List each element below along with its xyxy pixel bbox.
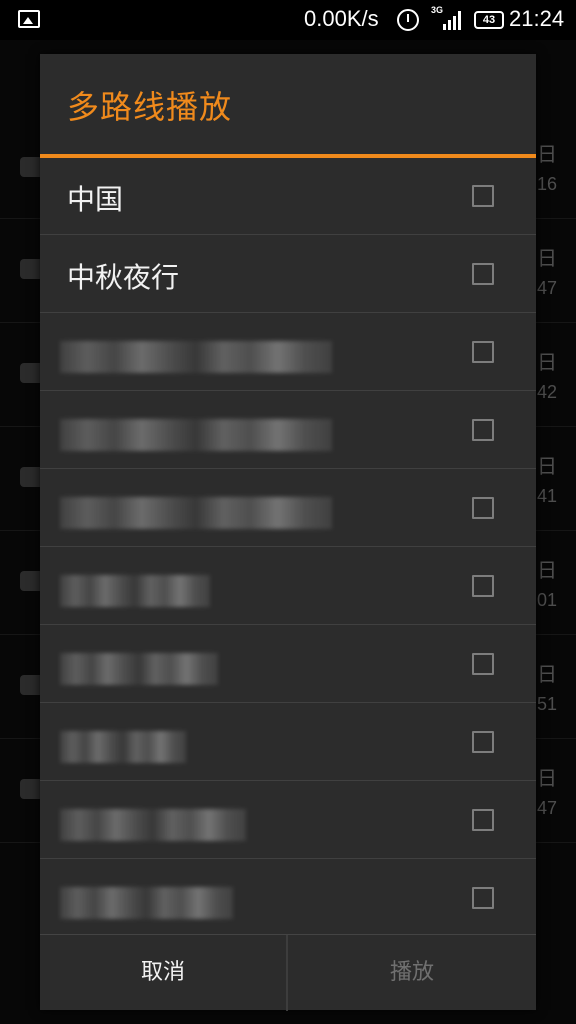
battery-icon: 43 [474, 11, 504, 29]
dialog-button-bar: 取消 播放 [40, 934, 536, 1011]
route-item[interactable] [40, 704, 536, 781]
obscured-label [60, 653, 218, 685]
route-checkbox[interactable] [472, 575, 494, 597]
clock: 21:24 [509, 6, 565, 31]
route-checkbox[interactable] [472, 185, 494, 207]
route-label: 中国 [67, 183, 124, 216]
route-item[interactable] [40, 470, 536, 547]
route-checkbox[interactable] [472, 731, 494, 753]
obscured-label [60, 731, 186, 763]
route-item[interactable] [40, 626, 536, 703]
multi-route-play-dialog: 多路线播放 中国 中秋夜行 取消 播放 [40, 54, 536, 1011]
obscured-label [60, 887, 233, 919]
route-checkbox[interactable] [472, 887, 494, 909]
obscured-label [60, 575, 210, 607]
route-item[interactable] [40, 548, 536, 625]
route-checkbox[interactable] [472, 263, 494, 285]
route-item[interactable] [40, 782, 536, 859]
route-item[interactable]: 中秋夜行 [40, 236, 536, 313]
network-speed: 0.00K/s [304, 6, 379, 31]
alarm-icon [397, 9, 419, 31]
obscured-label [60, 497, 332, 529]
route-checkbox[interactable] [472, 653, 494, 675]
route-checkbox[interactable] [472, 341, 494, 363]
route-checkbox[interactable] [472, 809, 494, 831]
route-item[interactable]: 中国 [40, 158, 536, 235]
play-button[interactable]: 播放 [288, 935, 536, 1011]
route-label: 中秋夜行 [67, 261, 180, 294]
dialog-title: 多路线播放 [67, 88, 233, 126]
obscured-label [60, 419, 332, 451]
route-item[interactable] [40, 860, 536, 937]
obscured-label [60, 809, 246, 841]
signal-icon [443, 10, 465, 30]
route-checkbox[interactable] [472, 497, 494, 519]
cancel-button[interactable]: 取消 [40, 935, 288, 1011]
obscured-label [60, 341, 332, 373]
route-item[interactable] [40, 314, 536, 391]
route-item[interactable] [40, 392, 536, 469]
network-type: 3G [431, 5, 444, 15]
image-notification-icon [18, 10, 40, 28]
route-checkbox[interactable] [472, 419, 494, 441]
status-bar: 0.00K/s 3G 43 21:24 [0, 0, 576, 40]
